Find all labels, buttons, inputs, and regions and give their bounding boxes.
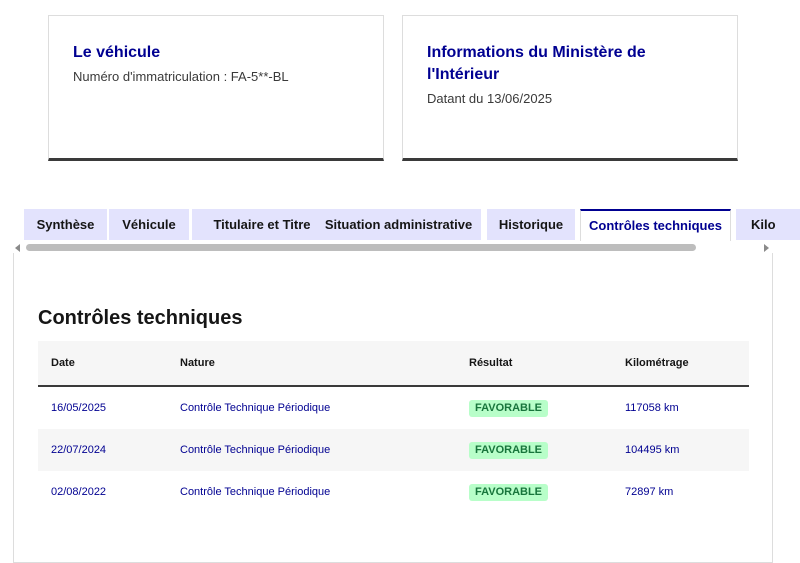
tab-vehicule[interactable]: Véhicule [109,209,189,240]
inspection-nature: Contrôle Technique Périodique [180,486,331,498]
table-header-row: Date Nature Résultat Kilométrage [38,341,749,387]
tab-kilometrage[interactable]: Kilo [736,209,800,240]
inspection-mileage: 117058 km [625,402,679,414]
table-row: 02/08/2022 Contrôle Technique Périodique… [38,471,749,513]
tabs-scrollbar[interactable] [24,244,760,252]
inspection-date: 02/08/2022 [51,486,107,498]
vehicle-card: Le véhicule Numéro d'immatriculation : F… [48,15,384,161]
table-row: 16/05/2025 Contrôle Technique Périodique… [38,386,749,429]
result-badge: FAVORABLE [469,441,549,459]
column-header-mileage: Kilométrage [625,341,749,387]
tab-situation-administrative[interactable]: Situation administrative [316,209,481,240]
tab-titulaire-et-titre[interactable]: Titulaire et Titre [192,209,332,240]
scroll-left-arrow-icon[interactable] [15,244,20,252]
table-row: 22/07/2024 Contrôle Technique Périodique… [38,429,749,471]
column-header-nature: Nature [180,341,469,387]
column-header-result: Résultat [469,341,625,387]
vehicle-card-title: Le véhicule [73,44,161,61]
tab-panel: Contrôles techniques Date Nature Résulta… [13,253,773,563]
section-title: Contrôles techniques [38,307,243,329]
data-date-text: Datant du 13/06/2025 [427,91,553,106]
inspection-mileage: 104495 km [625,429,749,471]
ministry-info-card: Informations du Ministère de l'Intérieur… [402,15,738,161]
tab-controles-techniques[interactable]: Contrôles techniques [580,209,731,241]
inspection-nature: Contrôle Technique Périodique [180,429,469,471]
inspections-table: Date Nature Résultat Kilométrage 16/05/2… [38,341,749,513]
inspection-nature: Contrôle Technique Périodique [180,402,331,414]
result-badge: FAVORABLE [469,483,549,501]
tab-synthese[interactable]: Synthèse [24,209,107,240]
scroll-right-arrow-icon[interactable] [764,244,769,252]
tab-list: Synthèse Véhicule Titulaire et Titre Sit… [20,209,800,241]
registration-number-text: Numéro d'immatriculation : FA-5**-BL [73,69,289,84]
inspection-date: 16/05/2025 [51,402,107,414]
scrollbar-thumb[interactable] [26,244,696,251]
inspection-date: 22/07/2024 [38,429,180,471]
inspection-mileage: 72897 km [625,486,674,498]
result-badge: FAVORABLE [469,399,549,417]
column-header-date: Date [38,341,180,387]
ministry-info-card-title: Informations du Ministère de l'Intérieur [427,44,646,83]
tab-historique[interactable]: Historique [487,209,575,240]
